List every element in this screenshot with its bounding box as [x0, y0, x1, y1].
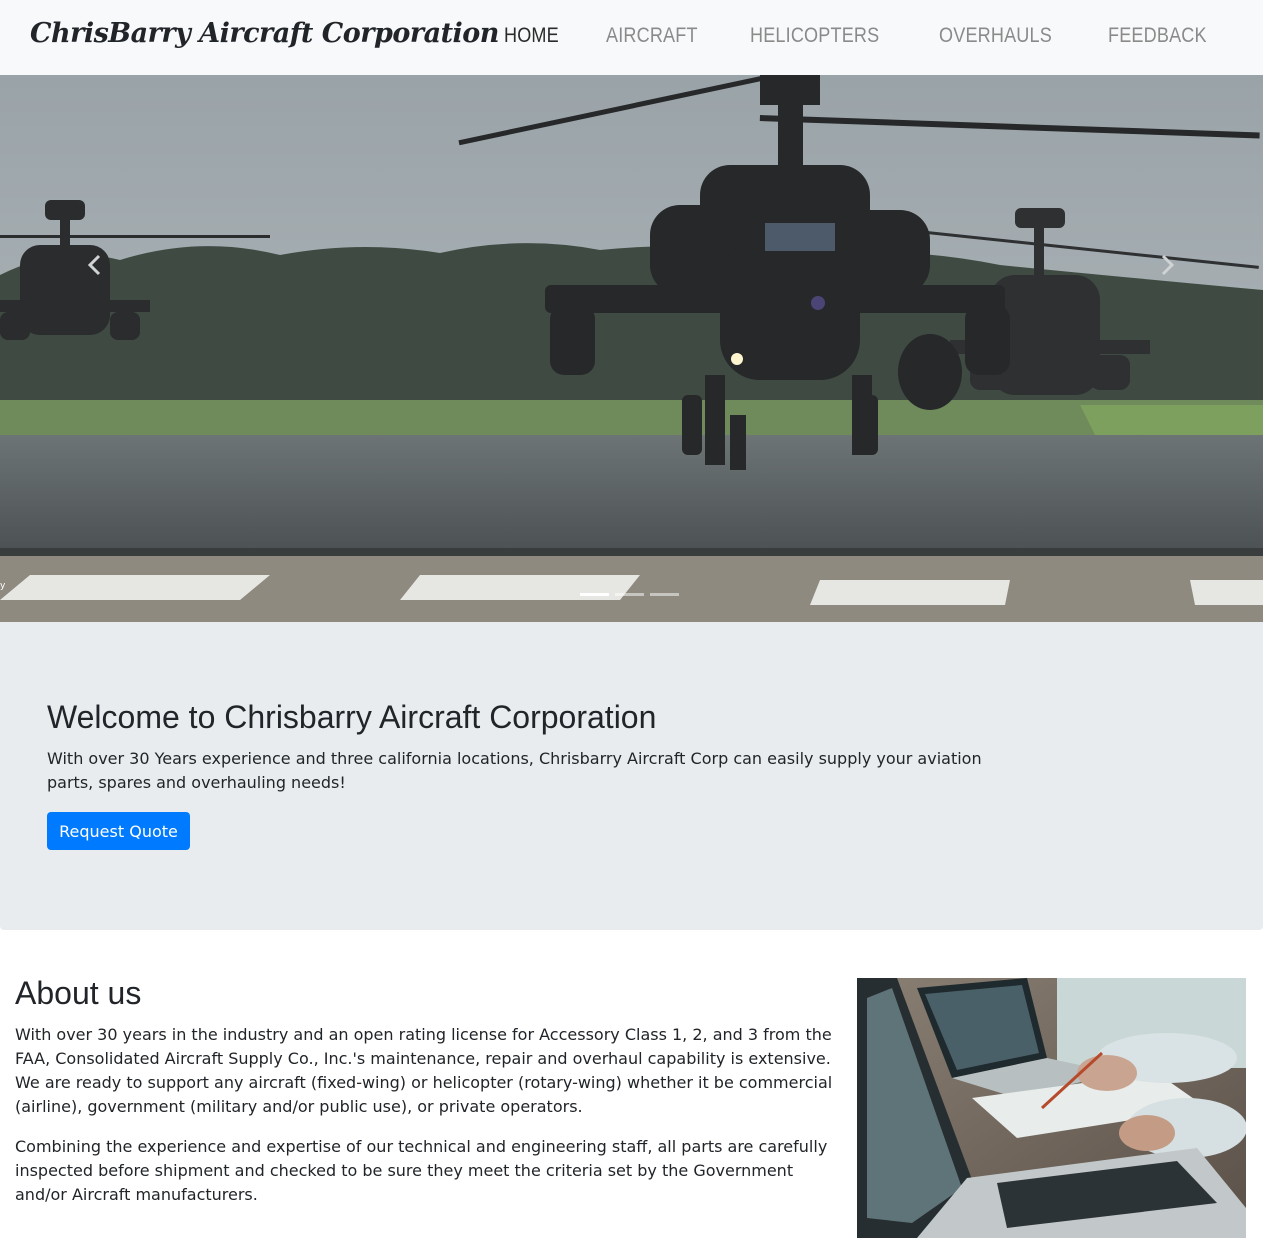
chevron-left-icon: [87, 254, 101, 276]
carousel-indicators: [580, 593, 679, 596]
nav-aircraft[interactable]: AIRCRAFT: [606, 24, 698, 48]
carousel-indicator-2[interactable]: [615, 593, 644, 596]
hero-carousel: y: [0, 75, 1263, 622]
navbar: ChrisBarry Aircraft Corporation HOME AIR…: [0, 0, 1263, 75]
carousel-next-button[interactable]: [1152, 250, 1182, 280]
about-title: About us: [15, 975, 142, 1011]
hero-image-helicopters: y: [0, 75, 1263, 622]
about-paragraph-2: Combining the experience and expertise o…: [15, 1137, 828, 1204]
about-paragraph-1: With over 30 years in the industry and a…: [15, 1025, 833, 1116]
request-quote-button[interactable]: Request Quote: [47, 812, 190, 850]
nav-helicopters[interactable]: HELICOPTERS: [750, 24, 879, 48]
nav-feedback[interactable]: FEEDBACK: [1108, 24, 1207, 48]
welcome-text: With over 30 Years experience and three …: [47, 749, 982, 792]
carousel-indicator-3[interactable]: [650, 593, 679, 596]
main-nav: HOME AIRCRAFT HELICOPTERS OVERHAULS FEED…: [466, 24, 1223, 48]
carousel-indicator-1[interactable]: [580, 593, 609, 596]
nav-overhauls[interactable]: OVERHAULS: [939, 24, 1052, 48]
hero-edge-text: y: [0, 581, 6, 591]
brand-logo[interactable]: ChrisBarry Aircraft Corporation: [30, 18, 499, 49]
carousel-prev-button[interactable]: [80, 250, 110, 280]
chevron-right-icon: [1161, 254, 1175, 276]
welcome-title: Welcome to Chrisbarry Aircraft Corporati…: [47, 699, 657, 735]
about-image-laptops: [857, 978, 1246, 1238]
nav-home[interactable]: HOME: [504, 24, 559, 48]
welcome-jumbotron: Welcome to Chrisbarry Aircraft Corporati…: [0, 622, 1263, 930]
